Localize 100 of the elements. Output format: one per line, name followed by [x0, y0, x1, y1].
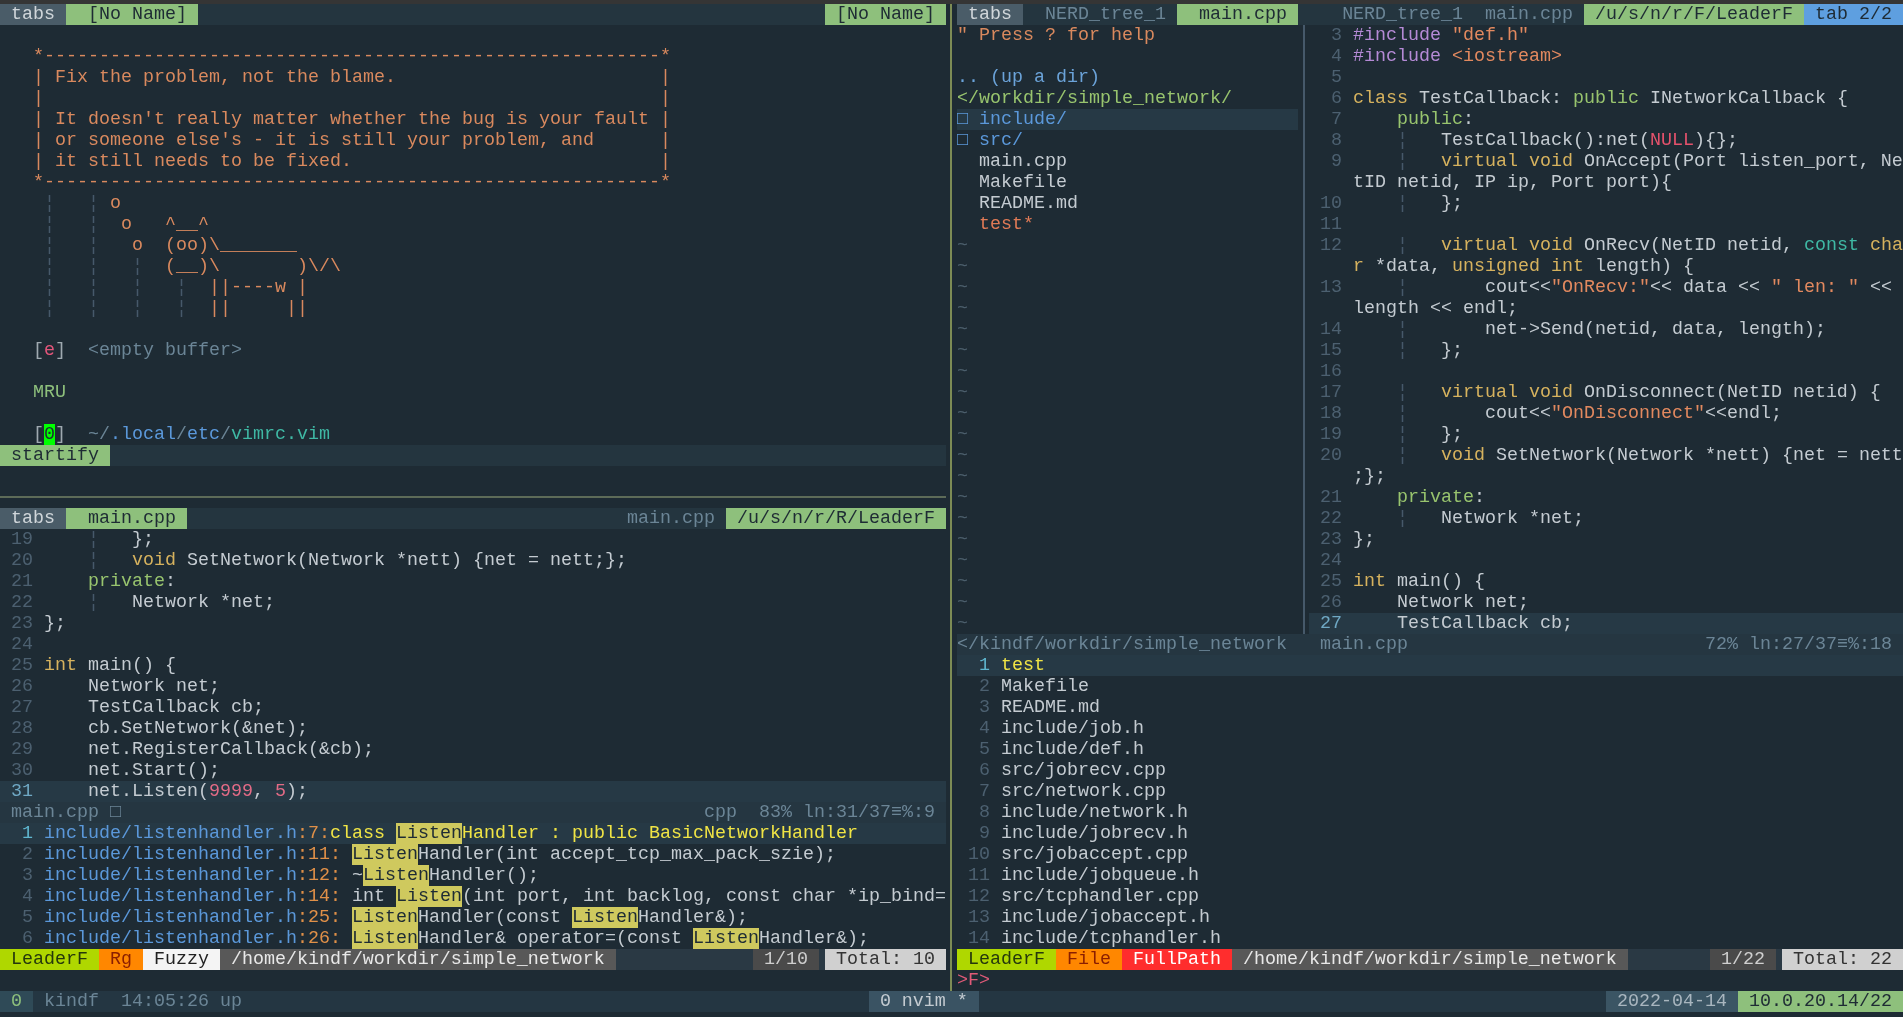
code-line: ¦ cout<<"OnRecv:"<< data << " len: " << — [1396, 277, 1892, 298]
code-line: r *data, unsigned int length) { — [1352, 256, 1694, 277]
line-number: 13 — [968, 907, 990, 928]
empty-line-marker: ~ — [957, 424, 968, 445]
mode-indicator: startify — [0, 445, 110, 466]
search-result[interactable]: test — [1001, 655, 1045, 676]
category-label: File — [1055, 949, 1122, 970]
tabline-item: /u/s/n/r/R/LeaderF — [726, 508, 946, 529]
tree-root: </workdir/simple_network/ — [957, 88, 1232, 109]
host-name: kindf — [43, 991, 99, 1012]
empty-line-marker: ~ — [957, 487, 968, 508]
line-number: 29 — [11, 739, 33, 760]
line-number: 20 — [1319, 445, 1342, 466]
line-number: 8 — [979, 802, 990, 823]
file-name: main.cpp — [1319, 634, 1408, 655]
line-number: 9 — [1330, 151, 1342, 172]
search-result[interactable]: README.md — [1001, 697, 1100, 718]
empty-line-marker: ~ — [957, 361, 968, 382]
code-line: ¦ }; — [88, 529, 154, 550]
code-line: #include "def.h" — [1352, 25, 1529, 46]
window-tab[interactable]: 0 nvim * — [868, 991, 979, 1012]
line-number: 30 — [11, 760, 33, 781]
line-number: 2 — [979, 676, 990, 697]
line-number: 15 — [1319, 340, 1342, 361]
tab-counter: tab 2/2 — [1804, 4, 1903, 25]
search-result[interactable]: include/listenhandler.h:25: ListenHandler(const ListenHandler&); — [44, 907, 748, 928]
search-result[interactable]: include/listenhandler.h:12: ~ListenHandler(); — [44, 865, 539, 886]
shortcut-key: [e] — [33, 340, 66, 361]
line-number: 19 — [11, 529, 33, 550]
tabline-label: tabs — [957, 4, 1023, 25]
line-number: 11 — [968, 865, 990, 886]
tree-item[interactable]: include/ — [979, 109, 1067, 130]
line-number: 9 — [979, 823, 990, 844]
line-number: 21 — [1319, 487, 1342, 508]
line-number: 27 — [1319, 613, 1342, 634]
search-result[interactable]: include/jobqueue.h — [1001, 865, 1199, 886]
code-line: ¦ Network *net; — [1396, 508, 1584, 529]
empty-line-marker: ~ — [957, 340, 968, 361]
section-header: MRU — [33, 382, 66, 403]
tree-path: </kindf/workdir/simple_network — [957, 634, 1287, 655]
tree-item[interactable]: Makefile — [979, 172, 1067, 193]
search-result[interactable]: src/tcphandler.cpp — [1001, 886, 1199, 907]
buffer-entry[interactable]: <empty buffer> — [87, 340, 242, 361]
empty-line-marker: ~ — [957, 445, 968, 466]
line-number: 7 — [979, 781, 990, 802]
recent-file-link[interactable]: ~/.local/etc/vimrc.vim — [87, 424, 330, 445]
line-number: 21 — [11, 571, 33, 592]
parent-dir-link[interactable]: .. (up a dir) — [957, 67, 1100, 88]
tree-item[interactable]: README.md — [979, 193, 1078, 214]
code-line: tID netid, IP ip, Port port){ — [1352, 172, 1672, 193]
code-line: ;}; — [1352, 466, 1386, 487]
code-line: ¦ net->Send(netid, data, length); — [1396, 319, 1826, 340]
search-result[interactable]: src/jobrecv.cpp — [1001, 760, 1166, 781]
square-icon: □ — [109, 802, 121, 823]
search-result[interactable]: include/network.h — [1001, 802, 1188, 823]
search-result[interactable]: include/def.h — [1001, 739, 1144, 760]
line-number: 25 — [1319, 571, 1342, 592]
line-number: 23 — [11, 613, 33, 634]
empty-line-marker: ~ — [957, 571, 968, 592]
line-number: 1 — [22, 823, 33, 844]
tree-item[interactable]: src/ — [979, 130, 1023, 151]
search-result[interactable]: src/network.cpp — [1001, 781, 1166, 802]
search-result[interactable]: Makefile — [1001, 676, 1089, 697]
search-result[interactable]: include/jobrecv.h — [1001, 823, 1188, 844]
search-result[interactable]: include/jobaccept.h — [1001, 907, 1210, 928]
code-line: }; — [1352, 529, 1375, 550]
buffer-tab[interactable]: [No Name] — [65, 4, 198, 25]
buffer-tab[interactable]: main.cpp — [1176, 4, 1298, 25]
search-result[interactable]: include/listenhandler.h:11: ListenHandler(int accept_tcp_max_pack_szie); — [44, 844, 836, 865]
code-line: ¦ Network *net; — [88, 592, 275, 613]
line-number: 3 — [979, 697, 990, 718]
mode-label: FullPath — [1121, 949, 1232, 970]
cursor-position: ln:31/37≡%:9 — [803, 802, 935, 823]
search-result[interactable]: include/tcphandler.h — [1001, 928, 1221, 949]
tree-item[interactable]: test* — [979, 214, 1034, 235]
cow-ascii-art: ¦ ¦ o ¦ ¦ o ^__^ ¦ ¦ o (oo)\_______ ¦ ¦ ¦ (__)\ )\/\ ¦ ¦ ¦ ¦ ||----w | ¦ ¦ ¦ ¦ || || — [42, 193, 341, 319]
empty-line-marker: ~ — [957, 466, 968, 487]
line-number: 25 — [11, 655, 33, 676]
line-number: 4 — [979, 718, 990, 739]
buffer-tab[interactable]: main.cpp — [65, 508, 187, 529]
uptime-label: 14:05:26 up — [120, 991, 242, 1012]
search-result[interactable]: include/listenhandler.h:14: int Listen(int port, int backlog, const char *ip_bind= — [44, 886, 946, 907]
tabline-item: /u/s/n/r/F/LeaderF — [1584, 4, 1805, 25]
tabline-item: main.cpp — [1484, 4, 1575, 25]
line-number: 10 — [968, 844, 990, 865]
code-line: ¦ TestCallback():net(NULL){}; — [1396, 130, 1738, 151]
command-prompt[interactable]: >F> — [957, 970, 990, 991]
search-result[interactable]: include/listenhandler.h:7:class ListenHandler : public BasicNetworkHandler — [44, 823, 858, 844]
line-number: 3 — [1330, 25, 1342, 46]
code-line: private: — [88, 571, 176, 592]
search-result[interactable]: src/jobaccept.cpp — [1001, 844, 1188, 865]
search-result[interactable]: include/job.h — [1001, 718, 1144, 739]
code-line: net.Start(); — [88, 760, 220, 781]
tree-item[interactable]: main.cpp — [979, 151, 1067, 172]
line-number: 19 — [1319, 424, 1342, 445]
square-icon: □ — [957, 130, 968, 151]
search-result[interactable]: include/listenhandler.h:26: ListenHandler& operator=(const ListenHandler&); — [44, 928, 869, 949]
help-hint: " Press ? for help — [957, 25, 1155, 46]
code-line: int main() { — [1352, 571, 1485, 592]
tabline-label: tabs — [0, 4, 66, 25]
